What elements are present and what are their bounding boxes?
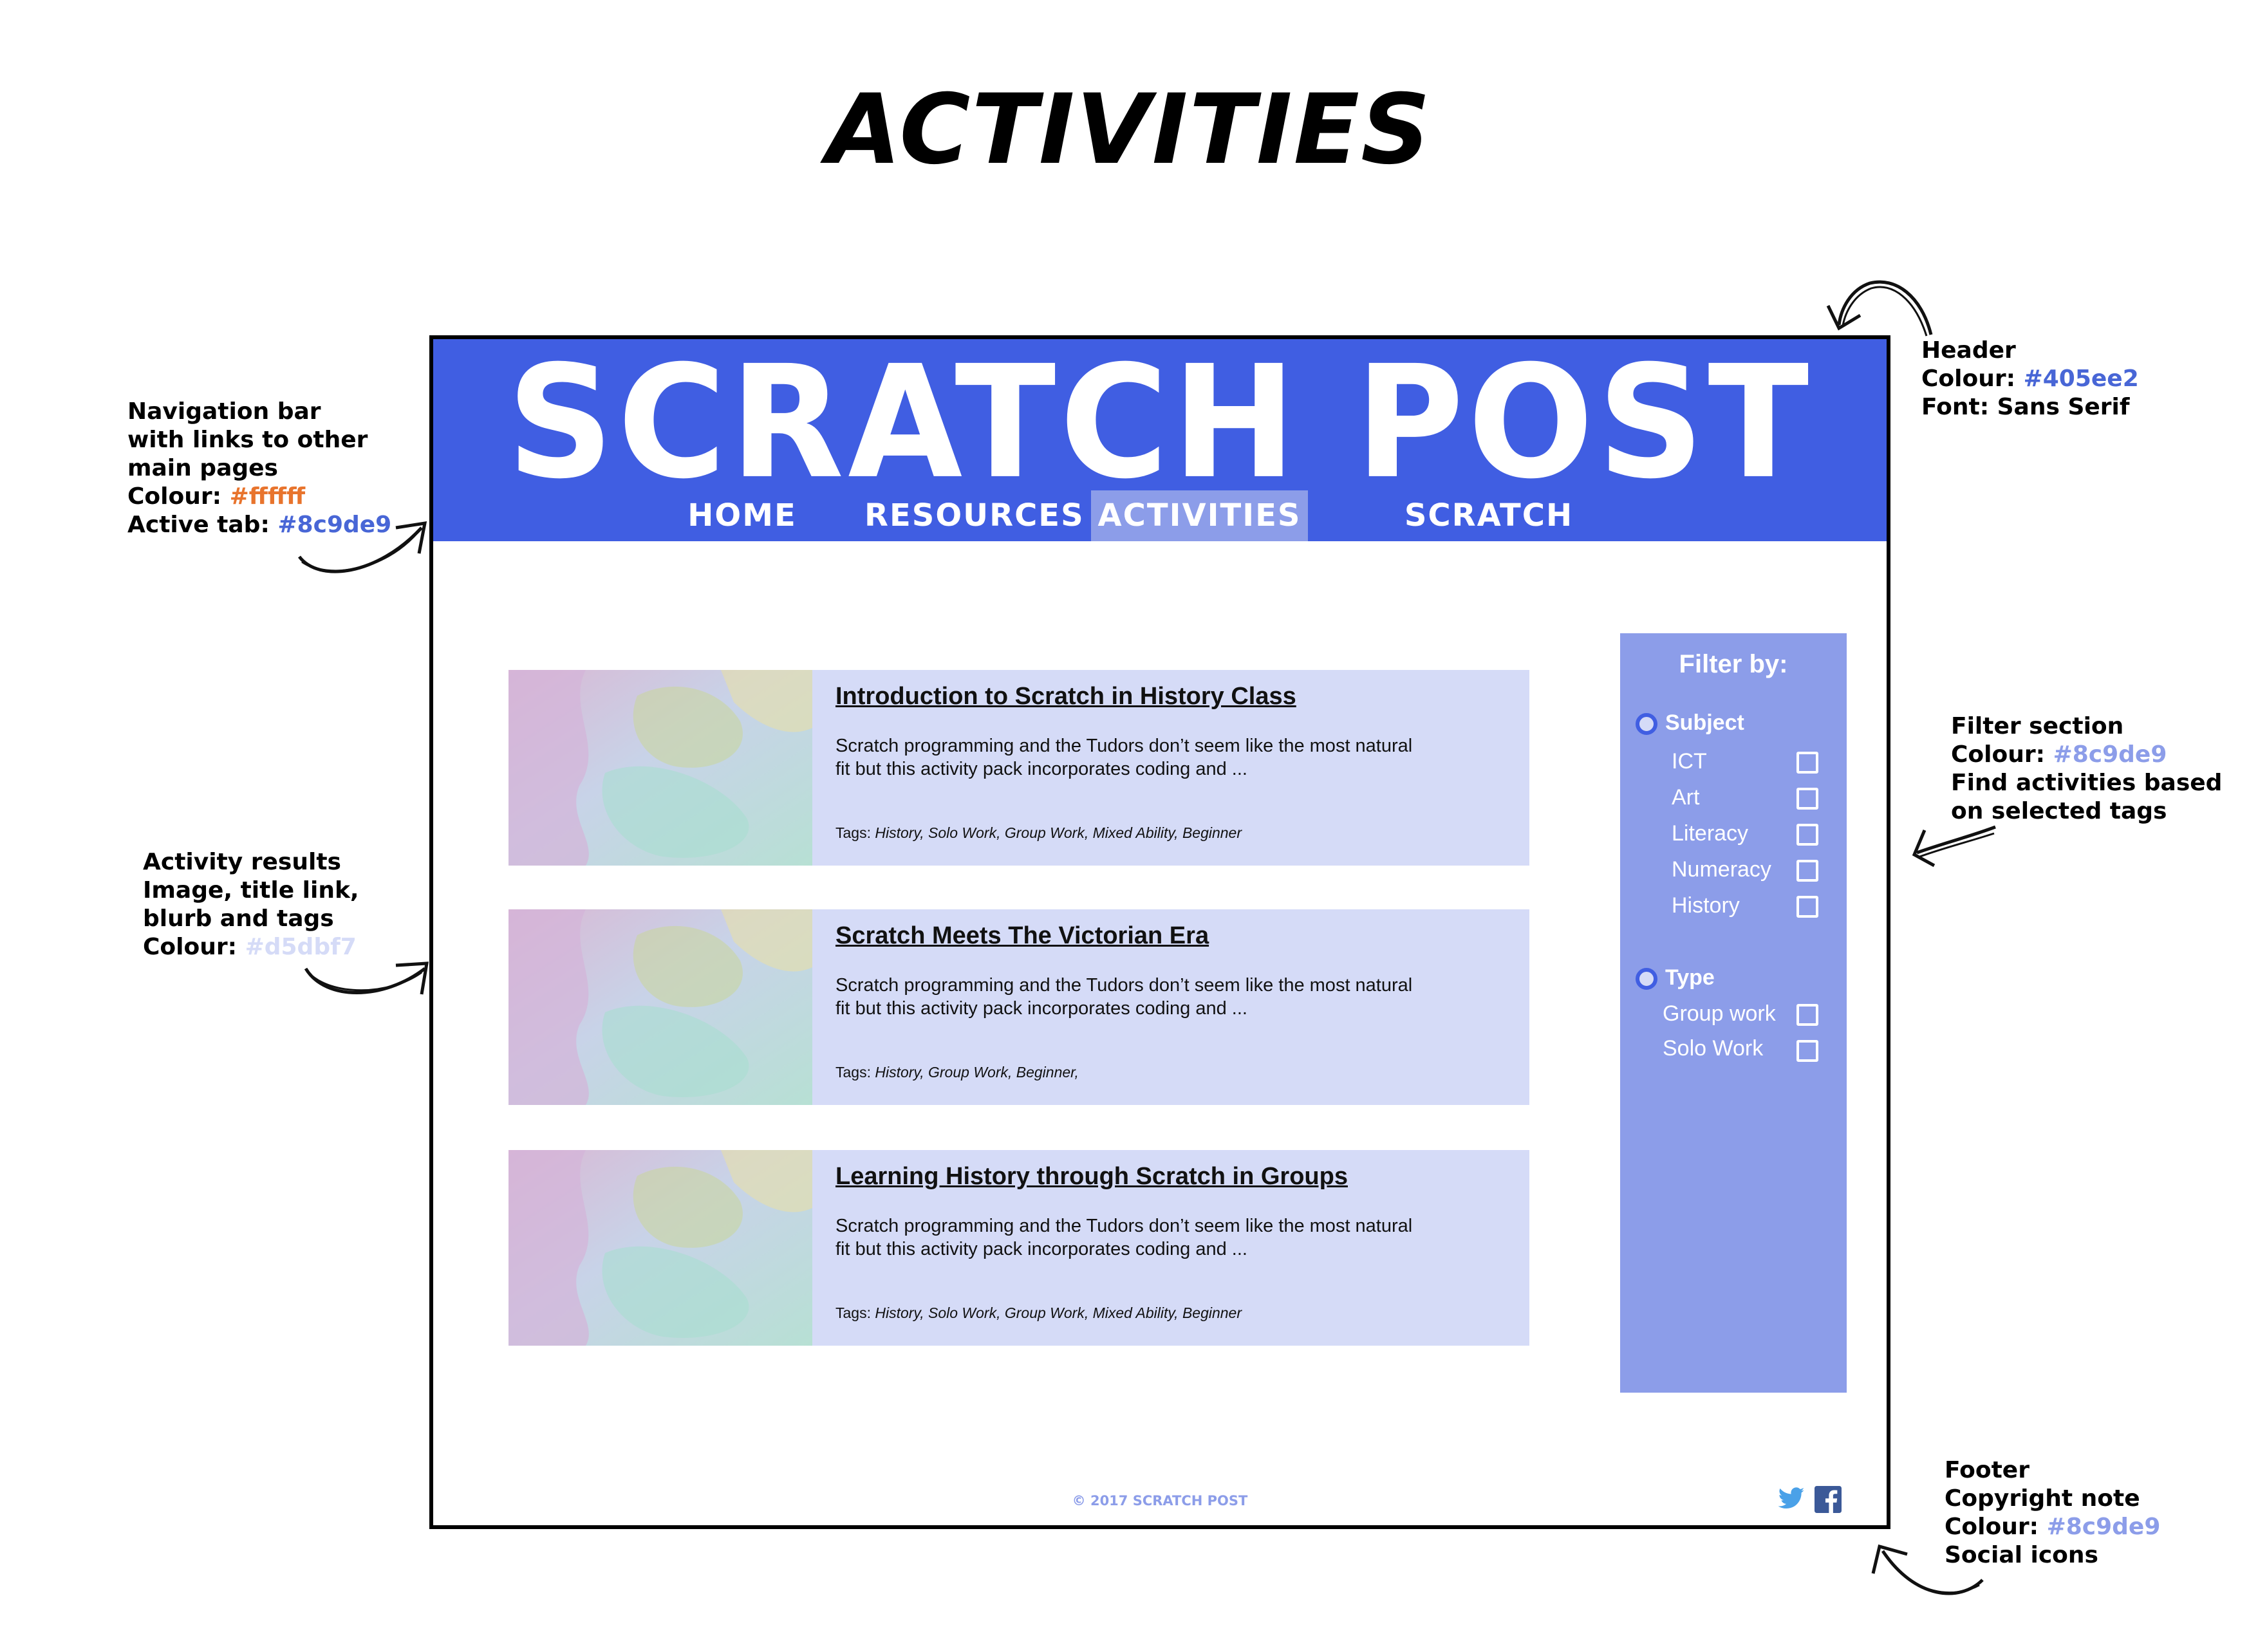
page-title: ACTIVITIES <box>826 74 1432 186</box>
annotation-line: Colour: #ffffff <box>127 483 391 511</box>
annotation-line: Filter section <box>1951 713 2124 739</box>
annotation-line: Activity results <box>143 849 341 875</box>
annotation-label: Colour: <box>127 483 222 510</box>
annotation-label: Colour: <box>143 934 238 960</box>
annotation-line: main pages <box>127 455 278 481</box>
activity-tags: Tags: History, Group Work, Beginner, <box>835 1064 1079 1081</box>
annotation-line: blurb and tags <box>143 905 334 932</box>
filter-option-ict: ICT <box>1672 749 1707 774</box>
filter-option-history: History <box>1672 893 1740 918</box>
annotation-colour: #8c9de9 <box>2053 741 2167 768</box>
annotation-colour: #8c9de9 <box>2046 1514 2161 1540</box>
annotation-label: Colour: <box>1921 366 2016 392</box>
type-radio[interactable] <box>1636 968 1657 990</box>
arrow-icon <box>1912 825 1996 868</box>
tags-list: History, Solo Work, Group Work, Mixed Ab… <box>875 1304 1242 1321</box>
subject-radio[interactable] <box>1636 713 1657 735</box>
activity-card: Learning History through Scratch in Grou… <box>509 1150 1529 1346</box>
checkbox-literacy[interactable] <box>1796 824 1818 846</box>
activity-tags: Tags: History, Solo Work, Group Work, Mi… <box>835 1304 1242 1322</box>
filter-panel: Filter by: Subject ICT Art Literacy Nume… <box>1620 633 1847 1393</box>
annotation-line: Colour: #8c9de9 <box>1951 741 2222 769</box>
activity-card: Scratch Meets The Victorian Era Scratch … <box>509 909 1529 1105</box>
filter-group-subject: Subject <box>1665 710 1744 735</box>
annotation-colour: #405ee2 <box>2023 366 2139 392</box>
arrow-icon <box>1826 280 1933 337</box>
annotation-line: Header <box>1921 337 2016 364</box>
checkbox-solo-work[interactable] <box>1796 1040 1818 1062</box>
arrow-icon <box>298 521 427 573</box>
checkbox-ict[interactable] <box>1796 752 1818 774</box>
nav-tab-activities[interactable]: ACTIVITIES <box>1091 490 1308 541</box>
filter-option-art: Art <box>1672 785 1700 810</box>
annotation-colour: #ffffff <box>229 483 306 510</box>
checkbox-numeracy[interactable] <box>1796 860 1818 882</box>
nav-tab-resources[interactable]: RESOURCES <box>864 490 1083 541</box>
annotation-line: Navigation bar <box>127 398 321 425</box>
annotation-line: Footer <box>1945 1457 2029 1483</box>
annotation-line: Font: Sans Serif <box>1921 394 2130 420</box>
activity-title-link[interactable]: Learning History through Scratch in Grou… <box>835 1163 1348 1191</box>
filter-heading: Filter by: <box>1679 650 1788 678</box>
site-logo[interactable]: SCRATCH POST <box>433 346 1887 501</box>
filter-group-type: Type <box>1665 965 1715 990</box>
nav-bar: HOME RESOURCES ACTIVITIES SCRATCH NEWS <box>433 490 1887 584</box>
annotation-line: Find activities based <box>1951 770 2223 796</box>
annotation-line: Colour: #405ee2 <box>1921 365 2139 393</box>
tags-list: History, Group Work, Beginner, <box>875 1064 1079 1081</box>
facebook-icon[interactable] <box>1815 1486 1842 1513</box>
twitter-icon[interactable] <box>1777 1486 1805 1512</box>
arrow-icon <box>1871 1544 1984 1595</box>
activity-thumbnail[interactable] <box>509 670 812 866</box>
tags-label: Tags: <box>835 824 871 841</box>
activity-blurb: Scratch programming and the Tudors don’t… <box>835 1216 1413 1259</box>
nav-tab-home[interactable]: HOME <box>678 490 807 541</box>
filter-option-numeracy: Numeracy <box>1672 857 1771 882</box>
filter-annotation: Filter section Colour: #8c9de9 Find acti… <box>1951 712 2222 826</box>
arrow-icon <box>304 961 429 995</box>
activity-blurb: Scratch programming and the Tudors don’t… <box>835 975 1413 1019</box>
annotation-line: Copyright note <box>1945 1485 2140 1512</box>
activity-card: Introduction to Scratch in History Class… <box>509 670 1529 866</box>
site-header: SCRATCH POST HOME RESOURCES ACTIVITIES S… <box>433 339 1887 584</box>
filter-option-group-work: Group work <box>1663 1001 1776 1026</box>
website-mockup: SCRATCH POST HOME RESOURCES ACTIVITIES S… <box>429 335 1890 1529</box>
annotation-label: Active tab: <box>127 512 270 538</box>
activity-annotation: Activity results Image, title link, blur… <box>143 848 359 961</box>
filter-option-solo-work: Solo Work <box>1663 1036 1764 1061</box>
annotation-label: Colour: <box>1951 741 2046 768</box>
filter-option-literacy: Literacy <box>1672 821 1749 846</box>
activity-thumbnail[interactable] <box>509 1150 812 1346</box>
header-annotation: Header Colour: #405ee2 Font: Sans Serif <box>1921 337 2139 422</box>
tags-list: History, Solo Work, Group Work, Mixed Ab… <box>875 824 1242 841</box>
activity-blurb: Scratch programming and the Tudors don’t… <box>835 736 1413 779</box>
tags-label: Tags: <box>835 1304 871 1321</box>
activity-tags: Tags: History, Solo Work, Group Work, Mi… <box>835 824 1242 842</box>
annotation-line: Image, title link, <box>143 877 359 904</box>
checkbox-art[interactable] <box>1796 788 1818 810</box>
nav-tab-scratch-news[interactable]: SCRATCH NEWS <box>1360 490 1618 584</box>
checkbox-group-work[interactable] <box>1796 1004 1818 1026</box>
annotation-line: with links to other <box>127 427 368 453</box>
activity-thumbnail[interactable] <box>509 909 812 1105</box>
activity-title-link[interactable]: Scratch Meets The Victorian Era <box>835 922 1209 950</box>
checkbox-history[interactable] <box>1796 896 1818 918</box>
tags-label: Tags: <box>835 1064 871 1081</box>
footer-copyright: © 2017 SCRATCH POST <box>1072 1493 1248 1508</box>
activity-title-link[interactable]: Introduction to Scratch in History Class <box>835 683 1296 710</box>
